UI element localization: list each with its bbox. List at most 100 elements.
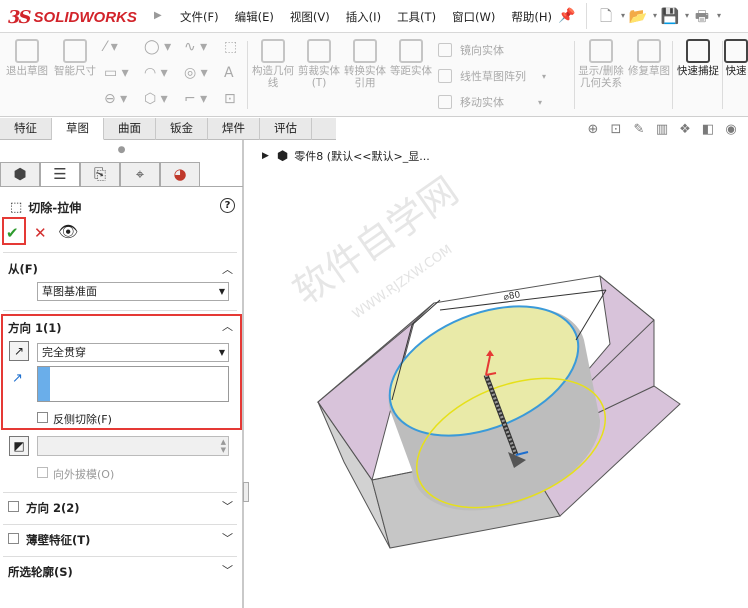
- ds-logo-mark: 3S: [8, 6, 31, 28]
- help-icon[interactable]: ?: [220, 198, 235, 213]
- from-section-title[interactable]: 从(F): [8, 261, 38, 277]
- solidworks-logo[interactable]: 3S SOLIDWORKS ▶: [8, 6, 162, 28]
- spinner-arrows-icon[interactable]: ▲ ▼: [221, 438, 226, 454]
- line-tool-icon[interactable]: ⁄ ▾: [104, 39, 118, 55]
- property-manager-tab-icon[interactable]: ☰: [40, 162, 80, 187]
- menu-edit[interactable]: 编辑(E): [235, 9, 274, 25]
- panel-grip-handle[interactable]: ●: [0, 140, 243, 160]
- menu-help[interactable]: 帮助(H): [511, 9, 552, 25]
- zoom-to-fit-icon[interactable]: ⊕: [584, 121, 602, 139]
- command-manager-ribbon: 退出草图 智能尺寸 ⁄ ▾ ◯ ▾ ∿ ▾ ⬚ ▭ ▾ ◠ ▾ ◎ ▾ A ⊖ …: [0, 33, 748, 117]
- chevron-right-icon[interactable]: ▶: [154, 10, 162, 21]
- chevron-up-icon[interactable]: ︿: [222, 261, 233, 277]
- tab-features[interactable]: 特征: [0, 118, 52, 140]
- flip-side-cut-checkbox[interactable]: [37, 412, 48, 423]
- chevron-down-icon[interactable]: ﹀: [222, 498, 233, 514]
- menu-window[interactable]: 窗口(W): [452, 9, 495, 25]
- preview-eye-icon[interactable]: 👁: [58, 222, 78, 241]
- plane-tool-icon[interactable]: ⊡: [224, 91, 236, 107]
- ok-checkmark-icon[interactable]: ✔: [6, 224, 19, 242]
- move-entities-button[interactable]: 移动实体 ▾: [438, 94, 542, 110]
- property-manager-panel: ● ⬢ ☰ ⎘ ⌖ ◕ ⬚ 切除-拉伸 ? ✔ ✕ 👁 从(F) ︿ 草图基准面…: [0, 140, 243, 608]
- construction-geometry-button[interactable]: 构造几何线: [250, 39, 296, 89]
- graphics-area-model[interactable]: ⌀80: [244, 160, 684, 580]
- polygon-tool-icon[interactable]: ⬡ ▾: [144, 91, 168, 107]
- draft-icon[interactable]: ◩: [9, 436, 29, 456]
- hide-show-items-icon[interactable]: ◉: [722, 121, 740, 139]
- pin-icon[interactable]: 📌: [558, 8, 575, 24]
- mirror-entities-button[interactable]: 镜向实体: [438, 42, 504, 58]
- from-start-condition-select[interactable]: 草图基准面 ▼: [37, 282, 229, 301]
- smart-dimension-button[interactable]: 智能尺寸: [52, 39, 98, 77]
- section-view-icon[interactable]: ▥: [653, 121, 671, 139]
- dimxpert-tab-icon[interactable]: ⌖: [120, 162, 160, 187]
- reverse-direction-icon[interactable]: ↗: [9, 341, 29, 361]
- linear-pattern-button[interactable]: 线性草图阵列 ▾: [438, 68, 546, 84]
- thin-feature-checkbox[interactable]: [8, 533, 19, 544]
- menu-insert[interactable]: 插入(I): [346, 9, 381, 25]
- spline-tool-icon[interactable]: ∿ ▾: [184, 39, 207, 55]
- arc-tool-icon[interactable]: ◠ ▾: [144, 65, 168, 81]
- menu-view[interactable]: 视图(V): [290, 9, 330, 25]
- tab-sheet-metal[interactable]: 钣金: [156, 118, 208, 140]
- construction-geometry-label: 构造几何线: [252, 65, 294, 89]
- chamfer-tool-icon[interactable]: ⌐ ▾: [184, 91, 207, 107]
- display-style-icon[interactable]: ◧: [699, 121, 717, 139]
- feature-manager-tab-icon[interactable]: ⬢: [0, 162, 40, 187]
- exit-sketch-button[interactable]: 退出草图: [4, 39, 50, 77]
- draft-angle-spinner[interactable]: ▲ ▼: [37, 436, 229, 456]
- circle-tool-icon[interactable]: ◯ ▾: [144, 39, 171, 55]
- repair-sketch-icon: [637, 39, 661, 63]
- cancel-x-icon[interactable]: ✕: [34, 224, 47, 242]
- trim-entities-button[interactable]: 剪裁实体(T): [296, 39, 342, 89]
- draft-outward-checkbox[interactable]: [37, 467, 48, 478]
- direction2-checkbox[interactable]: [8, 501, 19, 512]
- tab-sketch[interactable]: 草图: [52, 118, 104, 140]
- offset-entities-label: 等距实体: [390, 65, 432, 77]
- offset-entities-button[interactable]: 等距实体: [388, 39, 434, 77]
- rectangle-tool-icon[interactable]: ▭ ▾: [104, 65, 129, 81]
- ribbon-separator: [247, 41, 248, 109]
- logo-text: SOLIDWORKS: [33, 8, 137, 26]
- view-orientation-icon[interactable]: ❖: [676, 121, 694, 139]
- quick-view-label: 快速: [725, 65, 747, 77]
- print-icon[interactable]: 🖶 ▾: [691, 5, 721, 27]
- quick-view-button[interactable]: 快速: [724, 39, 748, 77]
- direction-selection-box[interactable]: [37, 366, 229, 402]
- zoom-to-area-icon[interactable]: ⊡: [607, 121, 625, 139]
- manager-tabs: ⬢ ☰ ⎘ ⌖ ◕: [0, 162, 200, 187]
- direction-vector-icon[interactable]: ↗: [12, 371, 23, 386]
- configuration-manager-tab-icon[interactable]: ⎘: [80, 162, 120, 187]
- tab-surfaces[interactable]: 曲面: [104, 118, 156, 140]
- tab-weldments[interactable]: 焊件: [208, 118, 260, 140]
- heads-up-view-toolbar: ⊕ ⊡ ✎ ▥ ❖ ◧ ◉: [584, 121, 745, 139]
- save-icon[interactable]: 💾 ▾: [659, 5, 689, 27]
- chevron-up-icon[interactable]: ︿: [222, 318, 233, 334]
- quick-snaps-button[interactable]: 快速捕捉: [675, 39, 721, 77]
- thin-feature-section-title[interactable]: 薄壁特征(T): [26, 532, 90, 548]
- selected-contours-section-title[interactable]: 所选轮廓(S): [8, 564, 73, 580]
- menu-file[interactable]: 文件(F): [180, 9, 219, 25]
- chevron-down-icon[interactable]: ﹀: [222, 562, 233, 578]
- quick-view-icon: [724, 39, 748, 63]
- tab-underline: [0, 186, 243, 187]
- fillet-tool-icon[interactable]: ⬚: [224, 39, 237, 55]
- direction2-section-title[interactable]: 方向 2(2): [26, 500, 80, 516]
- chevron-down-icon[interactable]: ﹀: [222, 530, 233, 546]
- text-tool-icon[interactable]: A: [224, 65, 234, 81]
- convert-entities-button[interactable]: 转换实体引用: [342, 39, 388, 89]
- new-document-icon[interactable]: 🗋 ▾: [595, 5, 625, 27]
- quick-snaps-label: 快速捕捉: [677, 65, 719, 77]
- ribbon-separator: [574, 41, 575, 109]
- repair-sketch-button[interactable]: 修复草图: [626, 39, 672, 77]
- open-folder-icon[interactable]: 📂 ▾: [627, 5, 657, 27]
- previous-view-icon[interactable]: ✎: [630, 121, 648, 139]
- point-tool-icon[interactable]: ◎ ▾: [184, 65, 208, 81]
- tab-evaluate[interactable]: 评估: [260, 118, 312, 140]
- direction1-section-title[interactable]: 方向 1(1): [8, 320, 62, 336]
- display-manager-tab-icon[interactable]: ◕: [160, 162, 200, 187]
- display-delete-relations-button[interactable]: 显示/删除几何关系: [577, 39, 625, 89]
- slot-tool-icon[interactable]: ⊖ ▾: [104, 91, 127, 107]
- menu-tools[interactable]: 工具(T): [397, 9, 436, 25]
- direction1-end-condition-select[interactable]: 完全贯穿 ▼: [37, 343, 229, 362]
